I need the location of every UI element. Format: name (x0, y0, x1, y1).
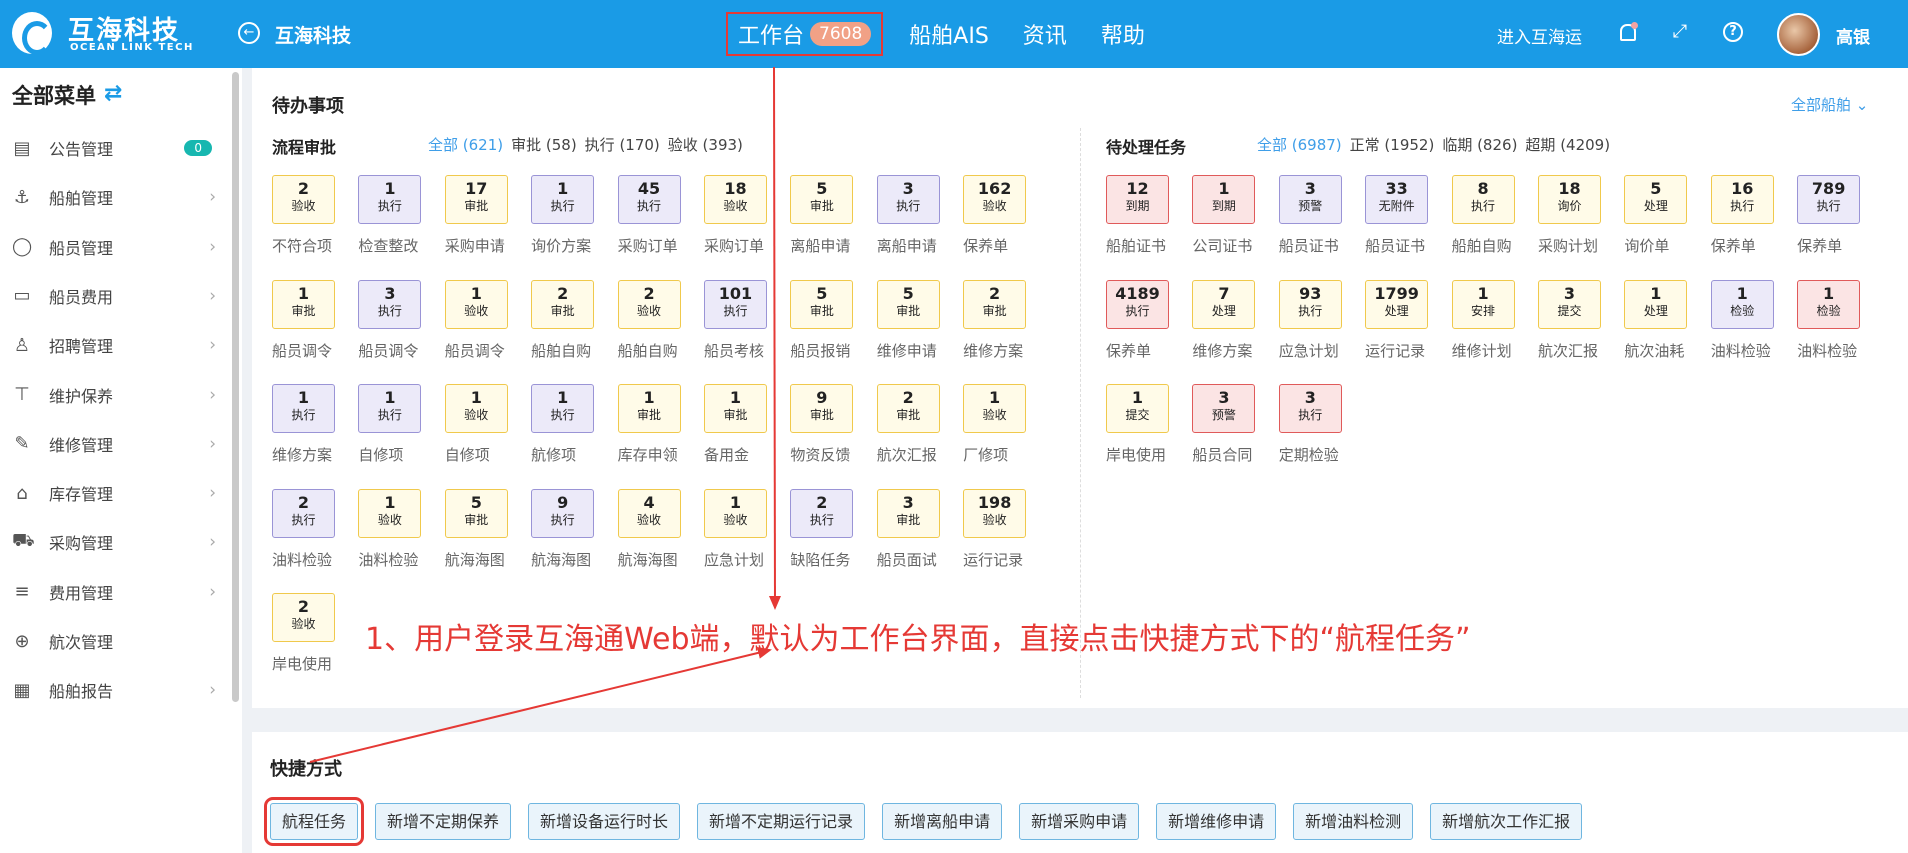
arrow-down (768, 66, 781, 610)
annotation-text: 1、用户登录互海通Web端，默认为工作台界面，直接点击快捷方式下的“航程任务” (365, 622, 1471, 657)
app-root: 互海科技 OCEAN LINK TECH ← 互海科技 工作台 7608 船舶A… (0, 0, 1908, 853)
annotation-arrows (309, 66, 781, 763)
arrow-to-shortcut (309, 647, 772, 763)
